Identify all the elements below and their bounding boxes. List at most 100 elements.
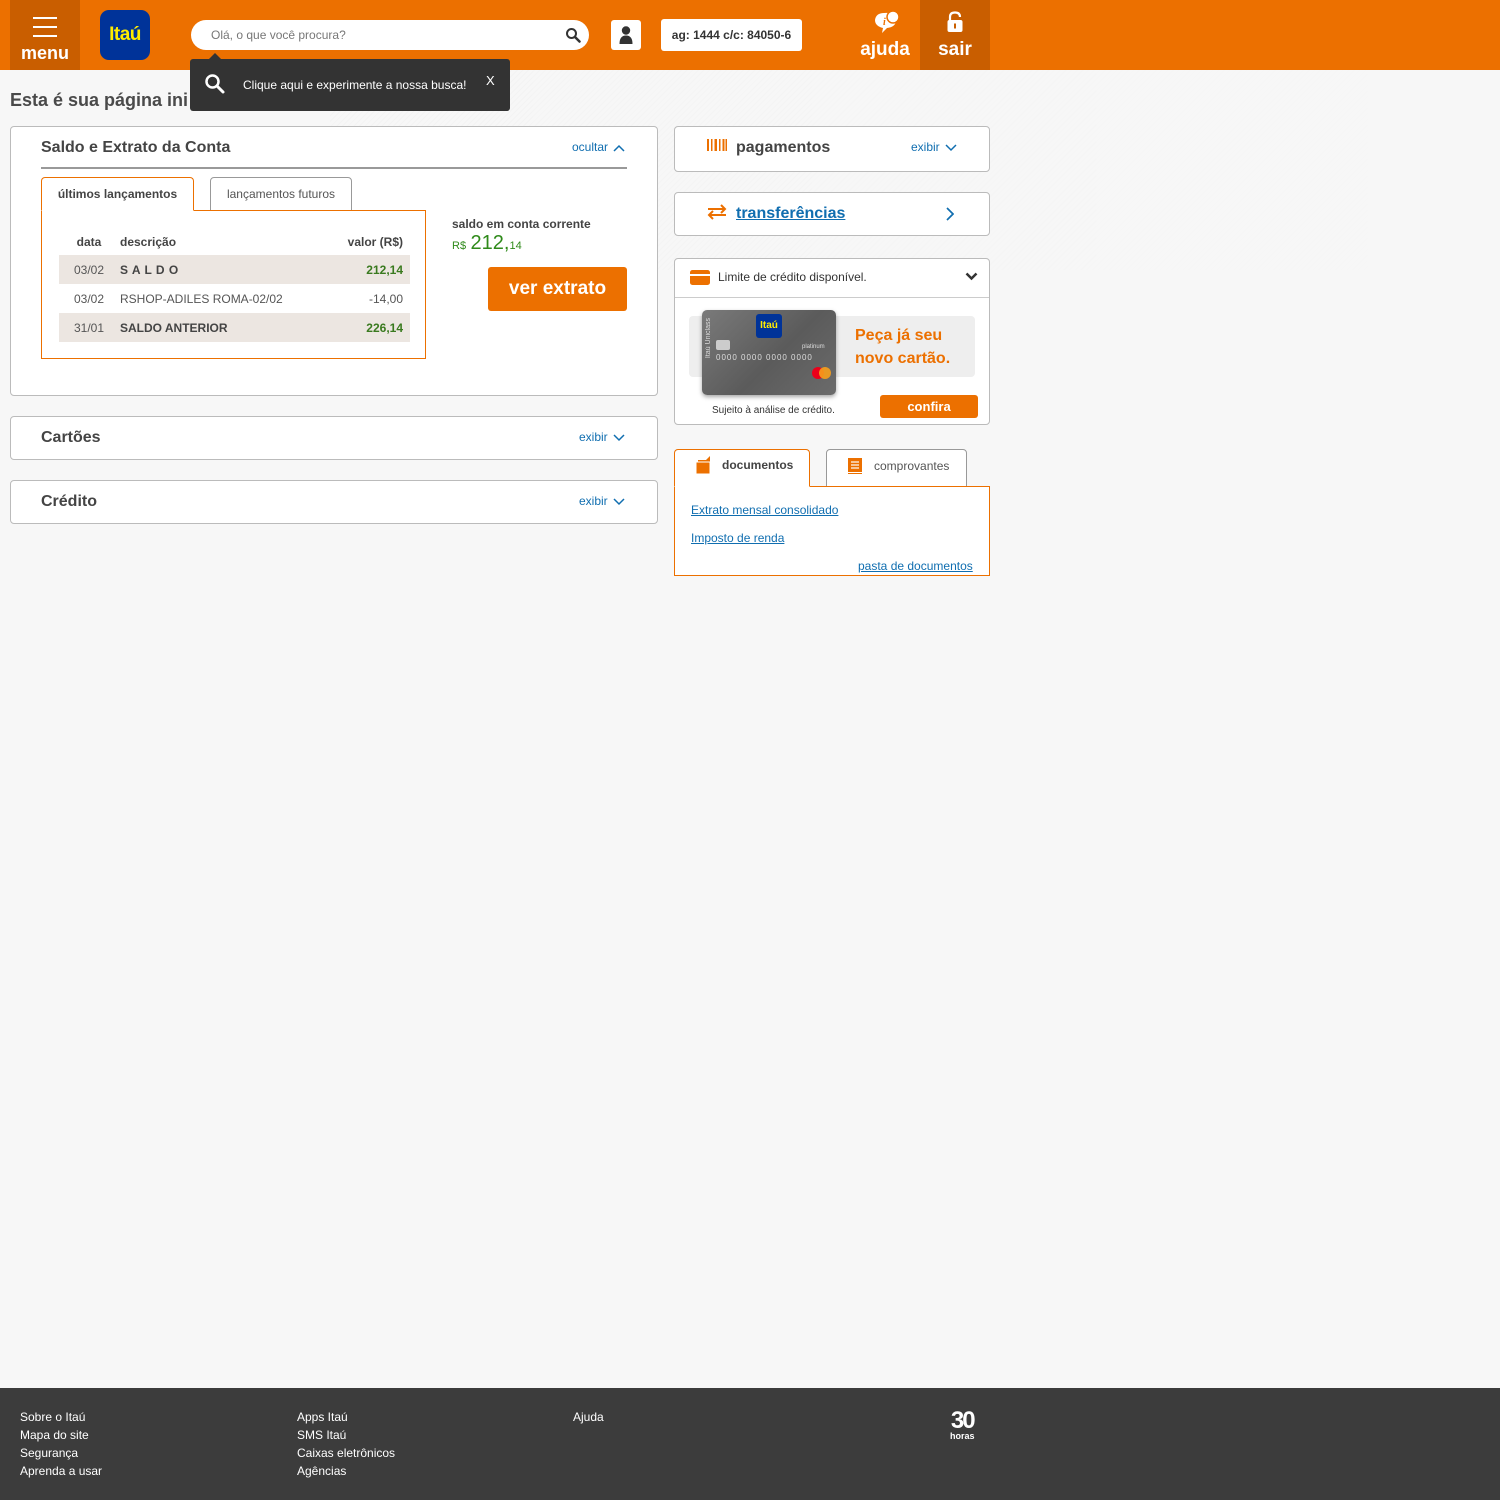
monthly-statement-link[interactable]: Extrato mensal consolidado: [691, 503, 838, 517]
chevron-up-icon: [613, 144, 625, 152]
table-header: data descrição valor (R$): [59, 229, 410, 255]
exit-label: sair: [938, 39, 972, 60]
search-icon[interactable]: [565, 27, 581, 43]
row-date: 03/02: [73, 291, 105, 306]
help-label: ajuda: [860, 39, 910, 60]
toggle-label: exibir: [579, 494, 608, 508]
lock-icon: [947, 11, 963, 32]
svg-text:i: i: [883, 17, 886, 28]
footer-link[interactable]: Caixas eletrônicos: [297, 1446, 395, 1460]
footer: [0, 1388, 1500, 1500]
tooltip-close-button[interactable]: X: [486, 73, 495, 88]
chevron-down-icon: [613, 498, 625, 505]
row-value: -14,00: [368, 291, 403, 306]
tab-receipts[interactable]: comprovantes: [826, 449, 967, 487]
hide-account-toggle[interactable]: ocultar: [572, 140, 625, 154]
exit-button[interactable]: sair: [920, 0, 990, 70]
transfers-link[interactable]: transferências: [736, 205, 845, 223]
footer-link[interactable]: Mapa do site: [20, 1428, 89, 1442]
row-description: SALDO ANTERIOR: [119, 313, 320, 342]
folder-icon: [696, 456, 711, 474]
receipt-icon: [848, 458, 862, 474]
view-statement-button[interactable]: ver extrato: [488, 267, 627, 311]
account-info: ag: 1444 c/c: 84050-6: [661, 19, 802, 51]
row-description: RSHOP-ADILES ROMA-02/02: [120, 291, 283, 306]
balance-amount: R$ 212,14: [452, 232, 522, 255]
income-tax-link[interactable]: Imposto de renda: [691, 531, 784, 545]
footer-link[interactable]: Apps Itaú: [297, 1410, 348, 1424]
footer-link[interactable]: Aprenda a usar: [20, 1464, 102, 1478]
chevron-down-icon[interactable]: [965, 272, 978, 281]
search-input[interactable]: [211, 25, 551, 45]
logo-word: horas: [950, 1431, 975, 1441]
footer-link[interactable]: Segurança: [20, 1446, 78, 1460]
payments-panel-title: pagamentos: [736, 139, 831, 156]
help-chat-icon: i: [875, 10, 900, 33]
menu-button[interactable]: menu: [10, 0, 80, 70]
hamburger-icon: [33, 17, 57, 44]
footer-link[interactable]: Agências: [297, 1464, 346, 1478]
balance-cents: 14: [509, 240, 522, 252]
balance-integer: 212,: [470, 232, 510, 254]
credit-disclaimer: Sujeito à análise de crédito.: [712, 405, 835, 416]
chevron-down-icon: [945, 144, 957, 151]
banner-line-1: Peça já seu: [855, 327, 943, 344]
transfer-arrows-icon: [707, 204, 727, 220]
footer-link[interactable]: Sobre o Itaú: [20, 1410, 85, 1424]
toggle-label: exibir: [579, 430, 608, 444]
tab-documents-label: documentos: [722, 458, 794, 472]
new-card-banner-text: Peça já seu novo cartão.: [855, 324, 950, 370]
row-value: 212,14: [320, 255, 410, 284]
tab-documents[interactable]: documentos: [674, 449, 810, 487]
itau-logo[interactable]: Itaú: [100, 10, 150, 60]
credit-panel[interactable]: [10, 480, 658, 524]
row-value: 226,14: [320, 313, 410, 342]
column-value: valor (R$): [347, 235, 403, 249]
confira-button[interactable]: confira: [880, 395, 978, 418]
footer-link[interactable]: SMS Itaú: [297, 1428, 346, 1442]
cards-panel[interactable]: [10, 416, 658, 460]
banner-line-2: novo cartão.: [855, 350, 951, 367]
tab-receipts-label: comprovantes: [874, 459, 950, 473]
show-payments-toggle[interactable]: exibir: [911, 140, 957, 154]
account-panel-title: Saldo e Extrato da Conta: [41, 139, 231, 156]
menu-label: menu: [20, 43, 69, 63]
search-icon: [205, 74, 225, 94]
tab-future-transactions[interactable]: lançamentos futuros: [210, 177, 352, 211]
credit-card-icon: [690, 270, 710, 285]
search-bar[interactable]: [191, 20, 589, 50]
mastercard-logo-icon: [819, 367, 831, 379]
balance-label: saldo em conta corrente: [452, 217, 591, 231]
show-credit-toggle[interactable]: exibir: [579, 494, 625, 508]
user-profile-button[interactable]: [611, 20, 641, 50]
card-number: 0000 0000 0000 0000: [716, 353, 813, 362]
cards-panel-title: Cartões: [41, 429, 101, 446]
user-icon: [619, 26, 633, 44]
barcode-icon: [707, 139, 727, 151]
account-panel-divider: [41, 167, 627, 169]
transactions-box: data descrição valor (R$) 03/02 S A L D …: [41, 210, 426, 359]
chevron-down-icon: [613, 434, 625, 441]
footer-link[interactable]: Ajuda: [573, 1410, 604, 1424]
card-brand-logo: Itaú: [756, 314, 782, 338]
30-horas-logo: 30 horas: [950, 1409, 976, 1441]
row-description: S A L D O: [119, 255, 320, 284]
documents-folder-link[interactable]: pasta de documentos: [858, 559, 973, 573]
chevron-right-icon[interactable]: [946, 207, 954, 221]
help-button[interactable]: i ajuda: [850, 0, 920, 70]
tab-recent-transactions[interactable]: últimos lançamentos: [41, 177, 194, 211]
show-cards-toggle[interactable]: exibir: [579, 430, 625, 444]
column-date: data: [76, 235, 102, 249]
row-date: 31/01: [59, 313, 119, 342]
card-type-text: platinum: [802, 344, 825, 350]
toggle-label: ocultar: [572, 140, 609, 154]
credit-panel-title: Crédito: [41, 493, 97, 510]
table-row: 03/02 S A L D O 212,14: [59, 255, 410, 284]
tooltip-text: Clique aqui e experimente a nossa busca!: [243, 78, 467, 92]
balance-currency: R$: [452, 240, 467, 252]
toggle-label: exibir: [911, 140, 940, 154]
search-tooltip: Clique aqui e experimente a nossa busca!…: [190, 53, 510, 111]
credit-limit-title: Limite de crédito disponível.: [718, 270, 867, 284]
credit-card-image: Itaú Uniclass Itaú platinum 0000 0000 00…: [702, 310, 836, 395]
card-chip-icon: [716, 340, 730, 350]
